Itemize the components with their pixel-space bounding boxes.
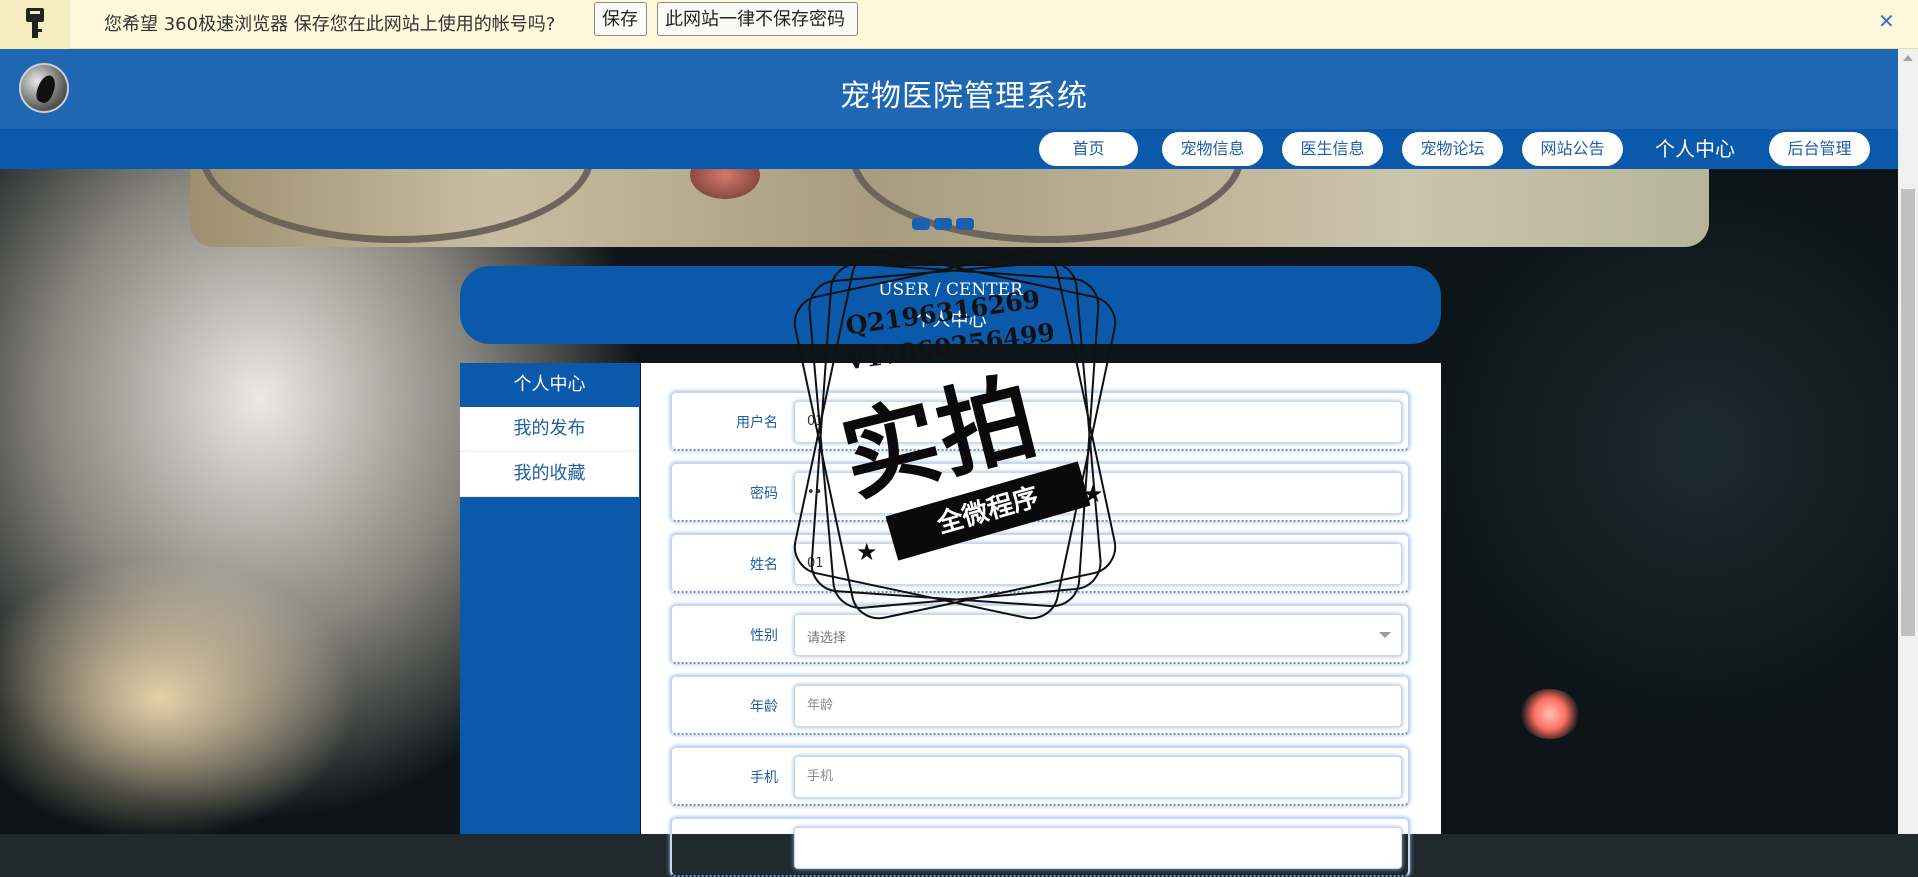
page-scrollbar[interactable] xyxy=(1898,49,1918,834)
nav-item-user-center[interactable]: 个人中心 xyxy=(1645,132,1745,166)
age-label: 年龄 xyxy=(750,699,778,715)
phone-input[interactable] xyxy=(795,757,1387,795)
key-icon-box xyxy=(0,0,70,49)
nav-item-doctor-info[interactable]: 医生信息 xyxy=(1282,132,1383,166)
user-sidebar: 个人中心 我的发布 我的收藏 xyxy=(460,363,640,834)
form-row-phone: 手机 xyxy=(670,746,1410,806)
carousel-dot[interactable] xyxy=(934,218,952,230)
star-icon: ★ xyxy=(1082,480,1104,508)
nav-item-announcement[interactable]: 网站公告 xyxy=(1522,132,1623,166)
banner-glasses-left xyxy=(200,169,594,243)
banner-glasses-right xyxy=(850,169,1244,243)
close-icon[interactable]: ✕ xyxy=(1878,9,1895,33)
background-light-spot xyxy=(1520,689,1580,739)
key-icon xyxy=(26,8,44,38)
carousel-dot[interactable] xyxy=(912,218,930,230)
form-row-next xyxy=(670,817,1410,877)
phone-field-box xyxy=(794,756,1402,798)
nav-item-pet-forum[interactable]: 宠物论坛 xyxy=(1402,132,1503,166)
password-save-bar: 您希望 360极速浏览器 保存您在此网站上使用的帐号吗? 保存 此网站一律不保存… xyxy=(0,0,1918,49)
site-header: 宠物医院管理系统 xyxy=(0,49,1898,129)
form-row-age: 年龄 xyxy=(670,675,1410,735)
nav-item-admin[interactable]: 后台管理 xyxy=(1769,132,1870,166)
nav-item-home[interactable]: 首页 xyxy=(1039,132,1138,166)
main-nav: 首页 宠物信息 医生信息 宠物论坛 网站公告 个人中心 后台管理 xyxy=(0,129,1898,169)
never-save-password-button[interactable]: 此网站一律不保存密码 xyxy=(657,2,858,36)
phone-label: 手机 xyxy=(750,770,778,786)
banner-cat-nose xyxy=(690,169,760,199)
carousel-indicators xyxy=(912,215,978,234)
password-save-message: 您希望 360极速浏览器 保存您在此网站上使用的帐号吗? xyxy=(104,14,556,35)
save-password-button[interactable]: 保存 xyxy=(594,2,647,36)
banner-carousel xyxy=(190,169,1709,247)
sidebar-item-my-posts[interactable]: 我的发布 xyxy=(460,407,639,452)
chevron-down-icon xyxy=(1379,632,1391,638)
carousel-dot[interactable] xyxy=(956,218,974,230)
site-title: 宠物医院管理系统 xyxy=(840,79,1088,114)
age-input[interactable] xyxy=(795,686,1387,724)
next-field-box xyxy=(794,827,1402,869)
sidebar-item-user-center[interactable]: 个人中心 xyxy=(460,363,639,407)
sidebar-item-my-favorites[interactable]: 我的收藏 xyxy=(460,452,639,497)
nav-item-pet-info[interactable]: 宠物信息 xyxy=(1162,132,1263,166)
scrollbar-thumb[interactable] xyxy=(1901,189,1915,636)
star-icon: ★ xyxy=(856,538,878,566)
scroll-up-icon[interactable] xyxy=(1903,55,1913,61)
watermark-stamp: Q2196316269 V17060256499 实拍 全微程序 ★ ★ xyxy=(760,240,1160,640)
age-field-box xyxy=(794,685,1402,727)
